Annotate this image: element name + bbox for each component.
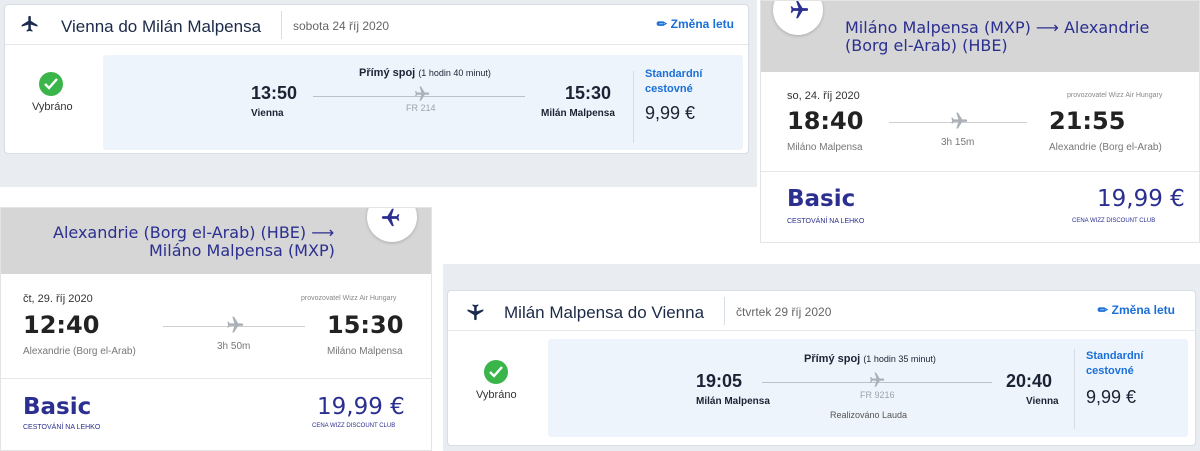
- departure-city: Alexandrie (Borg el-Arab): [23, 346, 136, 357]
- route-title-line2: Miláno Malpensa (MXP): [149, 241, 335, 260]
- selected-label: Vybráno: [476, 389, 517, 401]
- departure-time: 13:50: [251, 83, 298, 103]
- discount-club-label: CENA WIZZ DISCOUNT CLUB: [312, 423, 396, 429]
- direct-flight-label: Přímý spoj (1 hodin 40 minut): [359, 67, 491, 79]
- departure-city: Vienna: [251, 108, 284, 119]
- fare-name[interactable]: Basic: [787, 186, 855, 212]
- direct-flight-label: Přímý spoj (1 hodin 35 minut): [804, 353, 936, 365]
- arrival-time: 20:40: [1006, 371, 1053, 391]
- departure-city: Milán Malpensa: [696, 396, 770, 407]
- flight-date: sobota 24 říj 2020: [293, 19, 390, 33]
- departure-city: Miláno Malpensa: [787, 142, 863, 153]
- fare-divider: [761, 171, 1199, 172]
- outbound-ryanair-section: Vienna do Milán Malpensa sobota 24 říj 2…: [0, 0, 757, 187]
- fare-price[interactable]: 19,99 €: [317, 394, 405, 420]
- plane-icon: [227, 316, 244, 333]
- fare-divider: [1, 378, 431, 379]
- plane-icon: [951, 112, 968, 129]
- arrival-time: 15:30: [327, 311, 404, 339]
- operator-label: provozovatel Wizz Air Hungary: [301, 295, 397, 302]
- flight-duration: 3h 50m: [217, 341, 251, 352]
- discount-club-label: CENA WIZZ DISCOUNT CLUB: [1072, 218, 1156, 224]
- fare-price[interactable]: 19,99 €: [1097, 186, 1185, 212]
- arrival-city: Alexandrie (Borg el-Arab): [1049, 142, 1162, 153]
- flight-number: FR 9216: [860, 390, 895, 400]
- flight-date: čtvrtek 29 říj 2020: [736, 305, 832, 319]
- outbound-flight-card: Vienna do Milán Malpensa sobota 24 říj 2…: [4, 4, 749, 154]
- return-ryanair-section: Milán Malpensa do Vienna čtvrtek 29 říj …: [443, 264, 1200, 451]
- route-title-line2: (Borg el-Arab) (HBE): [845, 36, 1008, 55]
- pencil-icon: ✎: [1094, 301, 1112, 319]
- fare-name: Standardní cestovné: [1086, 350, 1144, 377]
- fare-name[interactable]: Basic: [23, 394, 91, 420]
- return-flight-card: Milán Malpensa do Vienna čtvrtek 29 říj …: [447, 290, 1196, 446]
- plane-icon: [467, 304, 484, 321]
- fare-name: Standardní cestovné: [645, 68, 703, 95]
- wizz-return-card: Alexandrie (Borg el-Arab) (HBE) ⟶ Miláno…: [0, 207, 432, 451]
- flight-duration: 3h 15m: [941, 137, 975, 148]
- return-card-header: Milán Malpensa do Vienna čtvrtek 29 říj …: [448, 291, 1195, 331]
- fare-divider: [633, 71, 634, 143]
- route-title: Vienna do Milán Malpensa: [61, 17, 262, 36]
- change-flight-link[interactable]: ✎Změna letu: [1094, 301, 1175, 318]
- plane-icon: [870, 372, 885, 387]
- fare-divider: [1074, 349, 1075, 429]
- departure-time: 19:05: [696, 371, 743, 391]
- fare-price: 9,99 €: [645, 103, 696, 123]
- flight-date: čt, 29. říj 2020: [23, 293, 93, 305]
- arrival-city: Milán Malpensa: [541, 108, 615, 119]
- change-flight-label: Změna letu: [670, 17, 734, 31]
- outbound-card-header: Vienna do Milán Malpensa sobota 24 říj 2…: [5, 5, 748, 45]
- selected-check-icon: [484, 360, 508, 384]
- change-flight-label: Změna letu: [1111, 303, 1175, 317]
- arrival-city: Vienna: [1026, 396, 1059, 407]
- route-title-line1: Miláno Malpensa (MXP) ⟶ Alexandrie: [845, 18, 1150, 37]
- fare-subtitle: CESTOVÁNÍ NA LEHKO: [23, 424, 101, 431]
- wizz-outbound-card: Miláno Malpensa (MXP) ⟶ Alexandrie (Borg…: [760, 0, 1200, 243]
- header-separator: [724, 297, 725, 325]
- route-title-line1: Alexandrie (Borg el-Arab) (HBE) ⟶: [53, 223, 335, 242]
- header-separator: [281, 11, 282, 39]
- departure-time: 12:40: [23, 311, 100, 339]
- pencil-icon: ✎: [653, 15, 671, 33]
- operator-label: provozovatel Wizz Air Hungary: [1067, 92, 1163, 99]
- plane-icon: [21, 15, 38, 32]
- flight-number: FR 214: [406, 103, 436, 113]
- selected-check-icon: [39, 72, 63, 96]
- flight-details-panel[interactable]: Přímý spoj (1 hodin 35 minut) 19:05 Milá…: [548, 339, 1188, 437]
- flight-details-panel[interactable]: Přímý spoj (1 hodin 40 minut) 13:50 Vien…: [103, 55, 743, 150]
- flight-date: so, 24. říj 2020: [787, 90, 860, 102]
- departure-time: 18:40: [787, 107, 864, 135]
- plane-icon: [381, 208, 400, 227]
- fare-price: 9,99 €: [1086, 387, 1137, 407]
- selected-label: Vybráno: [32, 101, 73, 113]
- arrival-city: Miláno Malpensa: [327, 346, 403, 357]
- plane-icon: [790, 1, 809, 19]
- plane-icon: [415, 86, 430, 101]
- operated-by-label: Realizováno Lauda: [830, 410, 908, 420]
- change-flight-link[interactable]: ✎Změna letu: [653, 15, 734, 32]
- arrival-time: 21:55: [1049, 107, 1126, 135]
- route-title: Milán Malpensa do Vienna: [504, 303, 705, 322]
- fare-subtitle: CESTOVÁNÍ NA LEHKO: [787, 218, 865, 225]
- arrival-time: 15:30: [565, 83, 612, 103]
